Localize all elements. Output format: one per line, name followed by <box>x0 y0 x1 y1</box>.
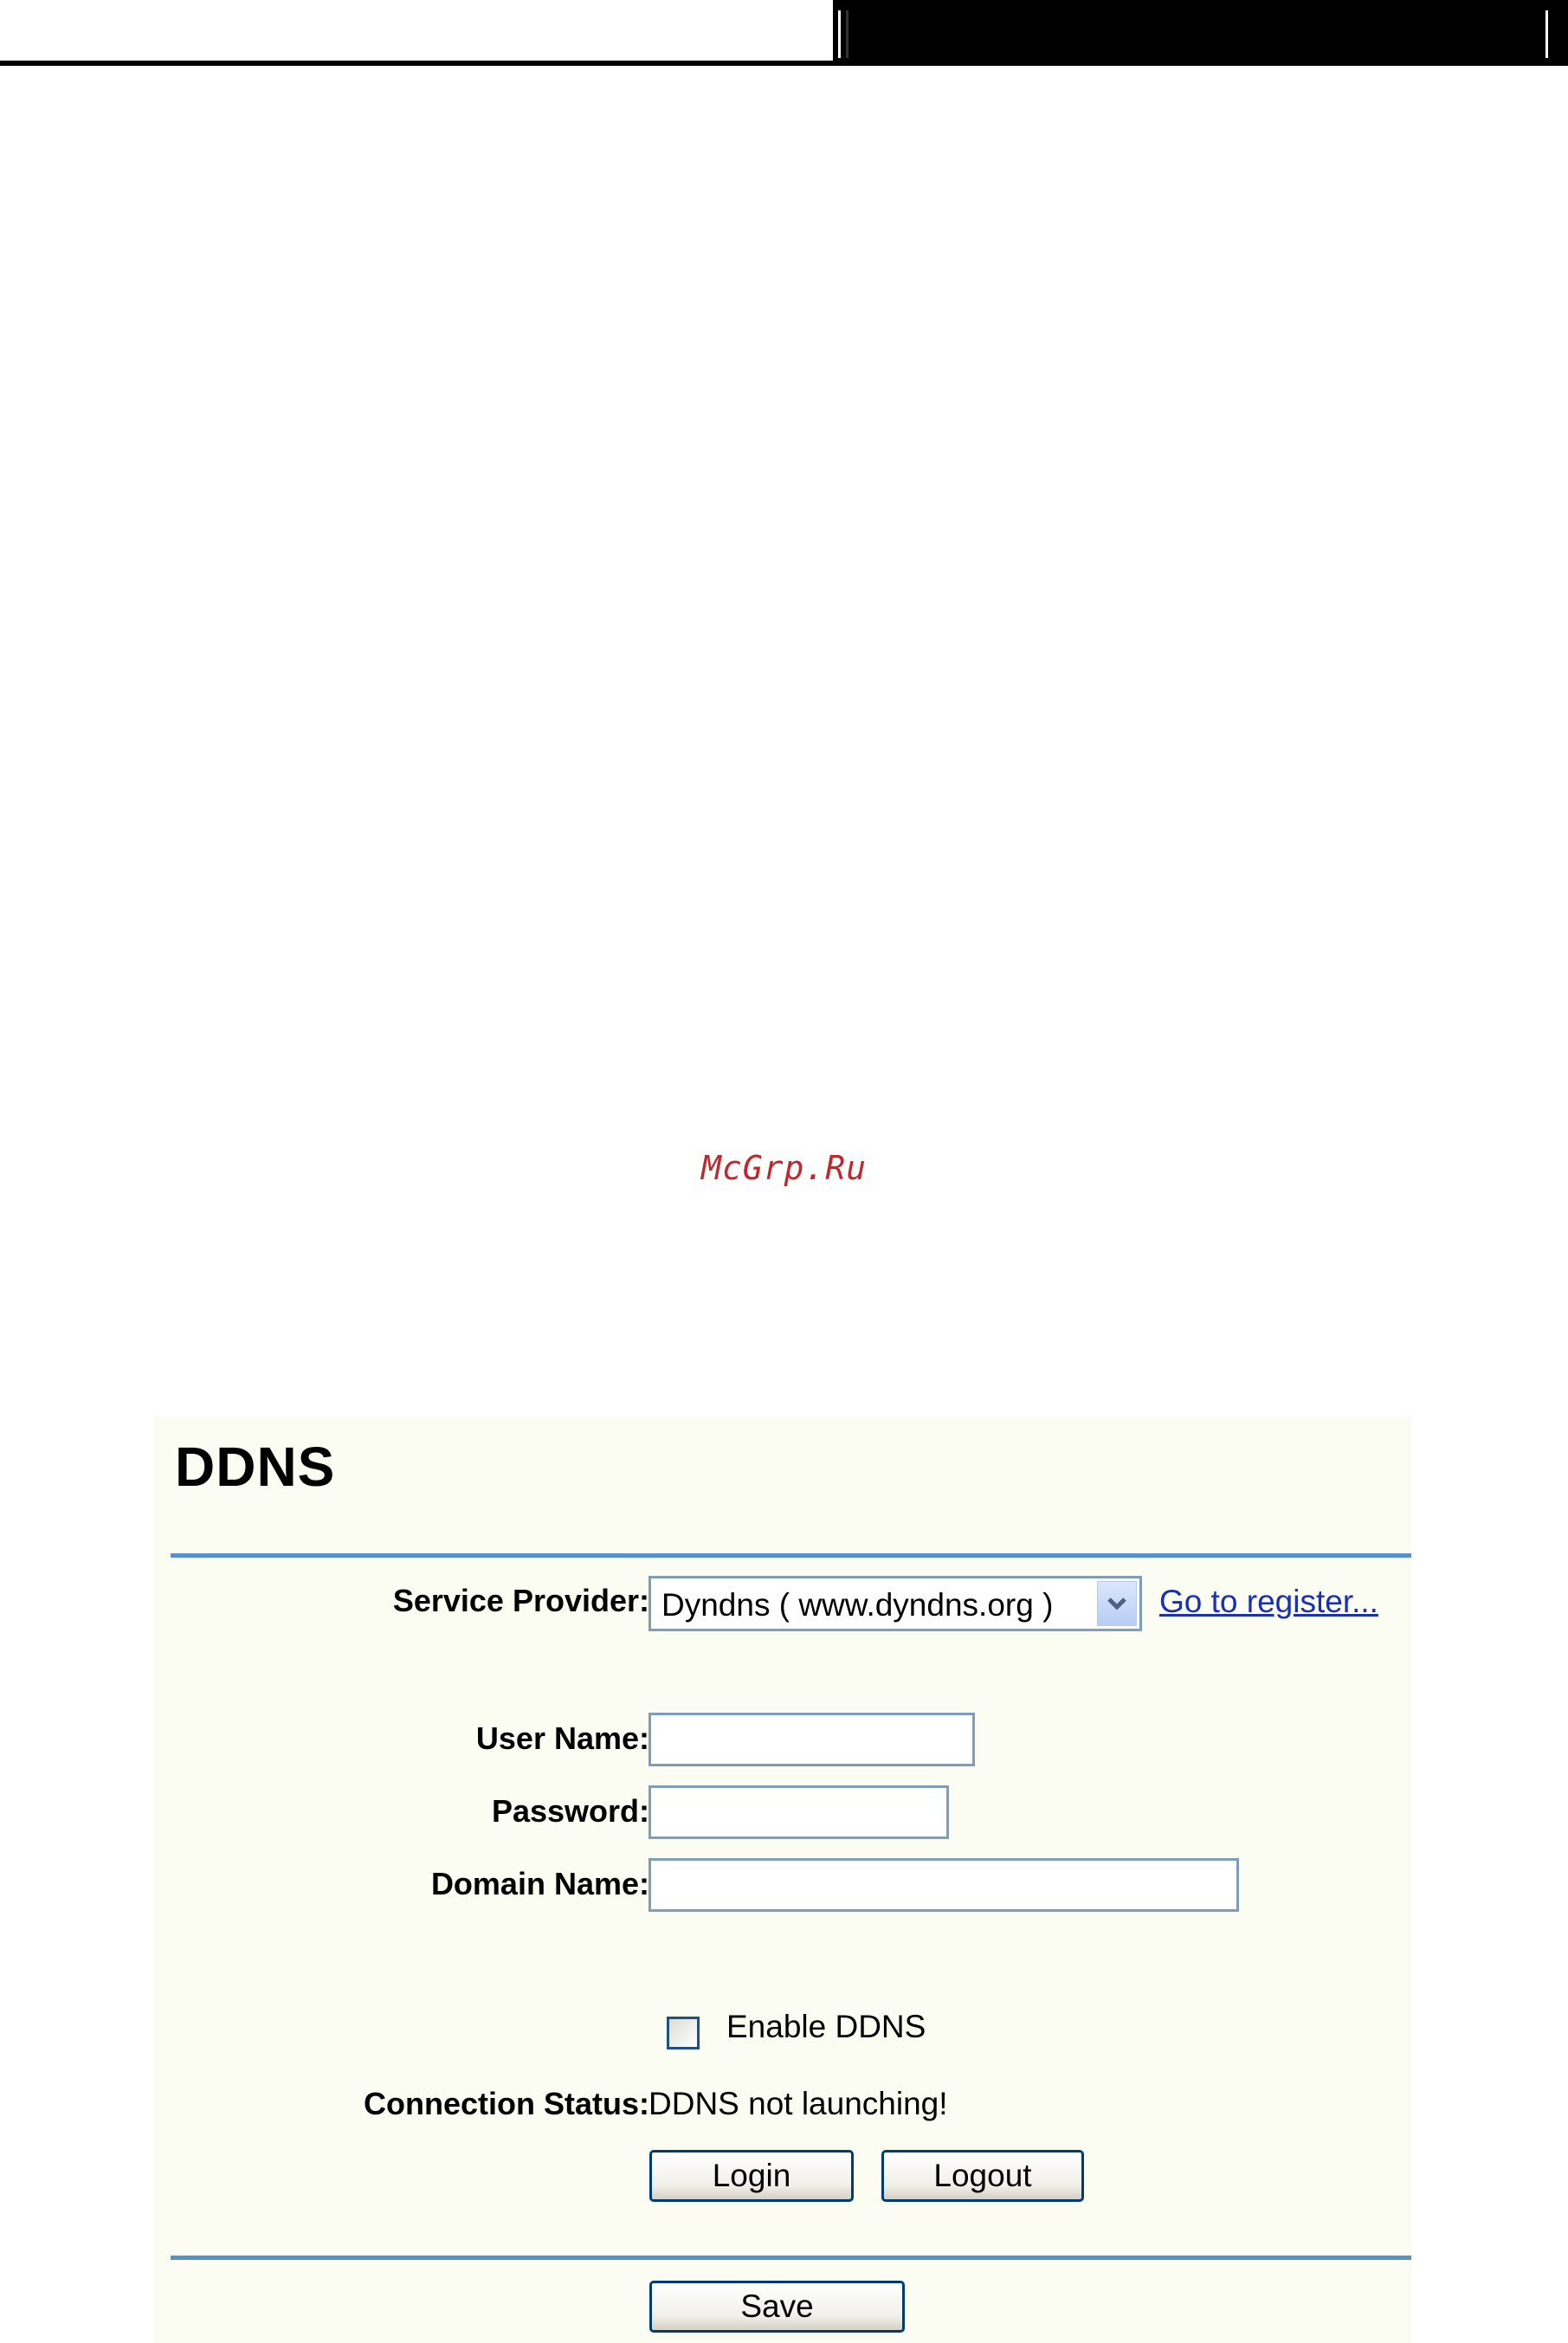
chevron-down-icon[interactable] <box>1097 1581 1137 1626</box>
service-provider-select[interactable]: Dyndns ( www.dyndns.org ) <box>648 1576 1142 1631</box>
domain-name-input[interactable] <box>648 1858 1239 1912</box>
header-rule <box>0 61 833 66</box>
user-name-label: User Name: <box>475 1720 649 1756</box>
password-label: Password: <box>491 1793 649 1829</box>
header-mark-right <box>1545 10 1556 58</box>
enable-ddns-label: Enable DDNS <box>726 2009 926 2044</box>
ddns-panel: DDNS Service Provider: Dyndns ( www.dynd… <box>154 1417 1411 2343</box>
divider-bottom <box>171 2256 1411 2260</box>
service-provider-value: Dyndns ( www.dyndns.org ) <box>661 1587 1054 1623</box>
password-input[interactable] <box>648 1785 949 1839</box>
login-button[interactable]: Login <box>649 2150 854 2202</box>
connection-status-value: DDNS not launching! <box>648 2086 948 2121</box>
connection-status-label: Connection Status: <box>364 2086 649 2121</box>
page-title: DDNS <box>175 1436 336 1498</box>
divider-top <box>171 1553 1411 1558</box>
domain-name-label: Domain Name: <box>430 1866 649 1901</box>
header-bar <box>833 0 1568 66</box>
go-to-register-link[interactable]: Go to register... <box>1159 1584 1378 1620</box>
service-provider-label: Service Provider: <box>392 1583 649 1618</box>
watermark: McGrp.Ru <box>700 1149 868 1187</box>
logout-button[interactable]: Logout <box>881 2150 1084 2202</box>
save-button[interactable]: Save <box>649 2281 905 2333</box>
user-name-input[interactable] <box>648 1713 975 1766</box>
enable-ddns-checkbox[interactable] <box>667 2017 700 2049</box>
header-mark-left <box>838 10 849 58</box>
